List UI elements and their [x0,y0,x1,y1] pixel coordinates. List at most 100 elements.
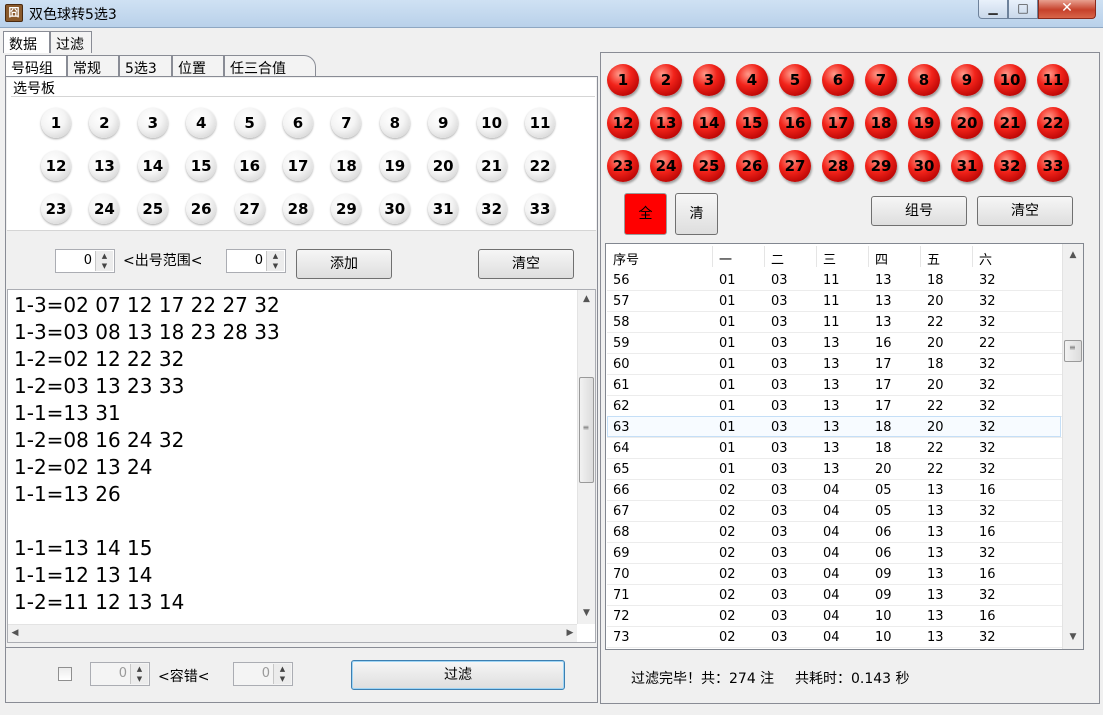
table-cell[interactable]: 03 [771,315,788,330]
red-ball[interactable]: 13 [650,107,682,139]
select-ball[interactable]: 25 [137,194,168,224]
select-ball[interactable]: 9 [428,108,459,138]
table-cell[interactable]: 13 [927,609,944,624]
table-cell[interactable]: 20 [927,336,944,351]
table-cell[interactable]: 60 [613,357,630,372]
table-cell[interactable]: 32 [979,357,996,372]
table-cell[interactable]: 13 [927,630,944,645]
table-cell[interactable]: 64 [613,441,630,456]
select-ball[interactable]: 14 [137,151,168,181]
table-cell[interactable]: 02 [719,588,736,603]
spinner-arrows[interactable]: ▲ ▼ [273,664,291,684]
red-ball[interactable]: 18 [865,107,897,139]
table-cell[interactable]: 10 [875,630,892,645]
table-cell[interactable]: 01 [719,294,736,309]
table-cell[interactable]: 03 [771,378,788,393]
column-header[interactable]: 二 [771,249,784,268]
table-cell[interactable]: 18 [875,441,892,456]
table-cell[interactable]: 03 [771,399,788,414]
table-cell[interactable]: 22 [927,462,944,477]
tolerance-to-spinner[interactable]: 0 ▲ ▼ [233,662,293,686]
red-ball[interactable]: 30 [908,150,940,182]
red-ball[interactable]: 31 [951,150,983,182]
scroll-up-icon[interactable]: ▲ [578,294,595,304]
table-cell[interactable]: 70 [613,567,630,582]
table-cell[interactable]: 04 [823,525,840,540]
select-ball[interactable]: 8 [379,108,410,138]
table-cell[interactable]: 73 [613,630,630,645]
table-cell[interactable]: 03 [771,441,788,456]
table-cell[interactable]: 06 [875,525,892,540]
table-cell[interactable]: 13 [875,315,892,330]
column-separator[interactable] [712,246,713,267]
select-ball[interactable]: 21 [476,151,507,181]
column-separator[interactable] [764,246,765,267]
red-ball[interactable]: 22 [1037,107,1069,139]
table-cell[interactable]: 13 [875,273,892,288]
table-cell[interactable]: 03 [771,294,788,309]
table-cell[interactable]: 13 [823,462,840,477]
table-cell[interactable]: 69 [613,546,630,561]
table-cell[interactable]: 32 [979,441,996,456]
table-cell[interactable]: 02 [719,483,736,498]
table-cell[interactable]: 32 [979,546,996,561]
table-cell[interactable]: 03 [771,336,788,351]
range-from-spinner[interactable]: 0 ▲ ▼ [55,249,115,273]
table-cell[interactable]: 02 [719,504,736,519]
select-ball[interactable]: 11 [525,108,555,138]
tab-data[interactable]: 数据 [3,31,50,53]
add-button[interactable]: 添加 [296,249,392,279]
select-ball[interactable]: 16 [234,151,265,181]
table-cell[interactable]: 16 [979,609,996,624]
tolerance-from-spinner[interactable]: 0 ▲ ▼ [90,662,150,686]
scroll-right-icon[interactable]: ▶ [563,628,577,638]
table-cell[interactable]: 22 [927,399,944,414]
table-cell[interactable]: 56 [613,273,630,288]
select-ball[interactable]: 12 [41,151,71,181]
table-cell[interactable]: 03 [771,462,788,477]
table-cell[interactable]: 71 [613,588,630,603]
scroll-up-icon[interactable]: ▲ [1063,250,1083,260]
red-ball[interactable]: 6 [822,64,854,96]
table-cell[interactable]: 57 [613,294,630,309]
table-cell[interactable]: 02 [719,630,736,645]
table-cell[interactable]: 17 [875,399,892,414]
red-ball[interactable]: 8 [908,64,940,96]
tab-filter[interactable]: 过滤 [50,31,92,53]
red-ball[interactable]: 20 [951,107,983,139]
table-cell[interactable]: 03 [771,420,788,435]
clear-selection-button[interactable]: 清 [675,193,718,235]
select-ball[interactable]: 1 [41,108,71,138]
table-cell[interactable]: 13 [823,441,840,456]
red-ball[interactable]: 17 [822,107,854,139]
table-cell[interactable]: 68 [613,525,630,540]
red-ball[interactable]: 23 [607,150,639,182]
select-ball[interactable]: 20 [428,151,459,181]
red-ball[interactable]: 9 [951,64,983,96]
table-cell[interactable]: 10 [875,609,892,624]
table-cell[interactable]: 01 [719,315,736,330]
table-cell[interactable]: 01 [719,378,736,393]
table-cell[interactable]: 13 [823,420,840,435]
table-cell[interactable]: 05 [875,483,892,498]
red-ball[interactable]: 11 [1037,64,1069,96]
table-cell[interactable]: 01 [719,399,736,414]
red-ball[interactable]: 14 [693,107,725,139]
select-ball[interactable]: 23 [41,194,71,224]
table-cell[interactable]: 03 [771,525,788,540]
red-ball[interactable]: 21 [994,107,1026,139]
column-header[interactable]: 五 [927,249,940,268]
red-ball[interactable]: 2 [650,64,682,96]
table-cell[interactable]: 17 [875,378,892,393]
select-ball[interactable]: 10 [476,108,507,138]
table-cell[interactable]: 59 [613,336,630,351]
table-cell[interactable]: 05 [875,504,892,519]
table-cell[interactable]: 03 [771,357,788,372]
select-ball[interactable]: 6 [283,108,313,138]
red-ball[interactable]: 24 [650,150,682,182]
select-ball[interactable]: 31 [428,194,459,224]
table-cell[interactable]: 04 [823,483,840,498]
table-cell[interactable]: 11 [823,315,840,330]
column-header[interactable]: 四 [875,249,888,268]
table-cell[interactable]: 01 [719,462,736,477]
